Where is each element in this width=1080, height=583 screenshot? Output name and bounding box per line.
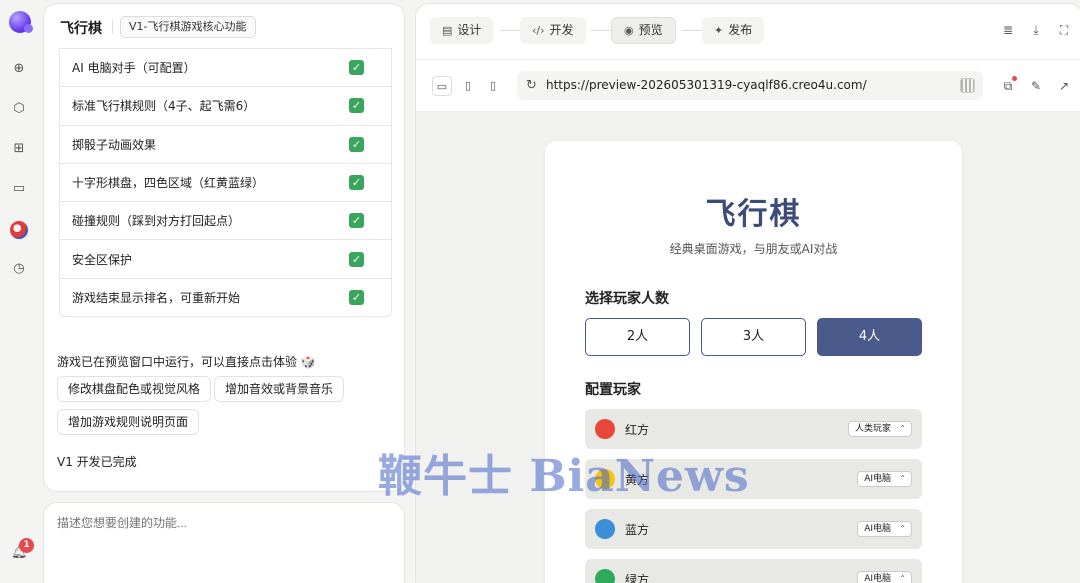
history-icon[interactable]: ◷ — [11, 261, 27, 277]
check-icon: ✓ — [349, 289, 364, 305]
game-title: 飞行棋 — [705, 197, 802, 232]
table-row: 标准飞行棋规则（4子、起飞需6） ✓ — [60, 86, 391, 124]
tab-preview[interactable]: ◉ 预览 — [611, 17, 676, 44]
table-row: 碰撞规则（踩到对方打回起点） ✓ — [60, 201, 391, 239]
player-color-dot — [595, 419, 615, 439]
suggestion-chip[interactable]: 增加音效或背景音乐 — [214, 376, 345, 402]
apps-icon[interactable]: ⊞ — [11, 141, 27, 157]
check-icon: ✓ — [349, 136, 364, 152]
table-row: 安全区保护 ✓ — [60, 239, 391, 277]
code-icon: ‹/› — [532, 24, 545, 37]
tab-label: 开发 — [549, 23, 574, 37]
preview-viewport: 飞行棋 经典桌面游戏，与朋友或AI对战 选择玩家人数 2人 3人 4人 配置玩家… — [416, 111, 1080, 583]
table-row: 十字形棋盘，四色区域（红黄蓝绿） ✓ — [60, 162, 391, 201]
tab-connector — [591, 30, 611, 31]
player-color-dot — [595, 569, 615, 583]
mobile-icon[interactable]: ▯ — [458, 76, 478, 96]
prompt-box — [43, 502, 405, 583]
feature-text: 碰撞规则（踩到对方打回起点） — [72, 214, 241, 229]
player-name: 蓝方 — [625, 523, 650, 537]
player-count-2-button[interactable]: 2人 — [585, 318, 690, 356]
app-logo[interactable] — [9, 11, 33, 33]
player-row-blue: 蓝方 AI电脑 — [585, 509, 922, 549]
player-color-dot — [595, 519, 615, 539]
player-count-4-button[interactable]: 4人 — [817, 318, 922, 356]
new-icon[interactable]: ⊕ — [11, 61, 27, 77]
feature-text: 安全区保护 — [72, 252, 133, 267]
feature-text: 游戏结束显示排名，可重新开始 — [72, 290, 241, 305]
desktop-icon[interactable]: ▭ — [432, 76, 452, 96]
check-icon: ✓ — [349, 60, 364, 76]
avatar[interactable] — [10, 221, 28, 239]
folder-icon[interactable]: ▭ — [11, 181, 27, 197]
qr-code-icon[interactable] — [960, 78, 975, 93]
tablet-icon[interactable]: ▯ — [483, 76, 503, 96]
game-subtitle: 经典桌面游戏，与朋友或AI对战 — [669, 242, 838, 256]
address-bar[interactable]: ↻ https://preview-202605301319-cyaqlf86.… — [517, 71, 983, 100]
feature-text: 掷骰子动画效果 — [72, 137, 157, 152]
publish-icon: ✦ — [714, 24, 724, 37]
chat-panel: 飞行棋 V1-飞行棋游戏核心功能 AI 电脑对手（可配置） ✓ 标准飞行棋规则（… — [43, 3, 405, 492]
tab-publish[interactable]: ✦ 发布 — [702, 17, 765, 44]
open-external-icon[interactable]: ↗ — [1057, 79, 1071, 93]
version-badge[interactable]: V1-飞行棋游戏核心功能 — [120, 16, 256, 38]
player-row-green: 绿方 AI电脑 — [585, 559, 922, 583]
player-type-select[interactable]: AI电脑 — [857, 521, 912, 537]
suggestion-chip[interactable]: 增加游戏规则说明页面 — [57, 409, 200, 435]
eye-icon: ◉ — [624, 24, 634, 37]
left-rail: ⊕ ⬡ ⊞ ▭ ◷ 🔔︎ 1 — [0, 0, 40, 583]
tab-label: 设计 — [457, 23, 482, 37]
download-icon[interactable]: ⤓ — [1029, 23, 1043, 37]
alert-dot — [1012, 76, 1017, 81]
notification-badge: 1 — [19, 538, 34, 553]
tab-develop[interactable]: ‹/› 开发 — [520, 17, 586, 44]
game-card: 飞行棋 经典桌面游戏，与朋友或AI对战 选择玩家人数 2人 3人 4人 配置玩家… — [545, 141, 962, 583]
feature-text: AI 电脑对手（可配置） — [72, 61, 196, 76]
copy-icon[interactable]: ⧉ — [1001, 79, 1015, 93]
check-icon: ✓ — [349, 251, 364, 267]
design-icon: ▤ — [442, 24, 453, 37]
table-row: AI 电脑对手（可配置） ✓ — [60, 48, 391, 86]
reload-icon[interactable]: ↻ — [526, 78, 537, 93]
config-players-title: 配置玩家 — [585, 382, 641, 398]
project-title: 飞行棋 — [60, 21, 102, 37]
suggestion-chip[interactable]: 修改棋盘配色或视觉风格 — [57, 376, 212, 402]
screenshot-icon[interactable]: ⛶ — [1057, 23, 1071, 37]
prompt-input[interactable] — [57, 516, 387, 530]
tab-connector — [500, 30, 520, 31]
chat-note: 游戏已在预览窗口中运行，可以直接点击体验 🎲 — [57, 355, 316, 369]
table-row: 掷骰子动画效果 ✓ — [60, 124, 391, 163]
feature-text: 标准飞行棋规则（4子、起飞需6） — [72, 99, 256, 114]
feature-table: AI 电脑对手（可配置） ✓ 标准飞行棋规则（4子、起飞需6） ✓ 掷骰子动画效… — [59, 48, 392, 318]
box-icon[interactable]: ⬡ — [11, 101, 27, 117]
tab-design[interactable]: ▤ 设计 — [430, 17, 494, 44]
preview-url[interactable]: https://preview-202605301319-cyaqlf86.cr… — [546, 78, 867, 92]
feature-text: 十字形棋盘，四色区域（红黄蓝绿） — [72, 176, 265, 191]
player-type-select[interactable]: AI电脑 — [857, 571, 912, 583]
tab-connector — [682, 30, 702, 31]
player-name: 绿方 — [625, 573, 650, 583]
player-name: 红方 — [625, 423, 650, 437]
check-icon: ✓ — [349, 175, 364, 191]
player-count-title: 选择玩家人数 — [585, 291, 669, 307]
device-switcher: ▭ ▯ ▯ — [431, 73, 507, 99]
tab-label: 发布 — [728, 23, 753, 37]
check-icon: ✓ — [349, 98, 364, 114]
database-icon[interactable]: ≣ — [1001, 23, 1015, 37]
table-row: 游戏结束显示排名，可重新开始 ✓ — [60, 277, 391, 316]
header-divider — [416, 59, 1080, 60]
player-count-3-button[interactable]: 3人 — [701, 318, 806, 356]
player-type-select[interactable]: 人类玩家 — [847, 421, 912, 437]
dev-status: V1 开发已完成 — [57, 455, 137, 469]
player-type-select[interactable]: AI电脑 — [857, 471, 912, 487]
tab-label: 预览 — [638, 23, 663, 37]
edit-icon[interactable]: ✎ — [1029, 79, 1043, 93]
title-divider — [112, 20, 113, 34]
check-icon: ✓ — [349, 213, 364, 229]
watermark: 鞭牛士 BiaNews — [378, 451, 750, 502]
